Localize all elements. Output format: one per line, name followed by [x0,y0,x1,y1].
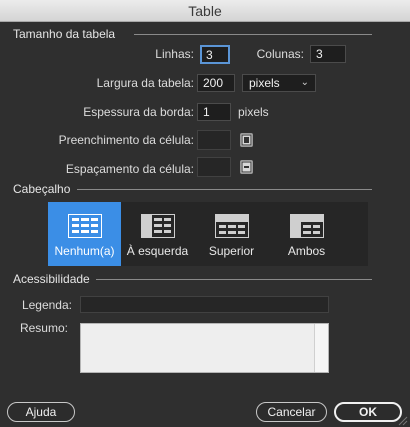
border-unit-label: pixels [238,105,269,119]
table-size-section-label: Tamanho da tabela [13,27,116,41]
border-thickness-input[interactable]: 1 [197,103,231,121]
table-no-header-icon [67,214,102,241]
rows-label: Linhas: [155,47,194,61]
header-option-left-label: À esquerda [126,244,189,258]
table-width-input[interactable]: 200 [197,74,235,92]
table-left-header-icon [140,214,175,241]
resize-grip-icon[interactable] [398,415,408,426]
caption-label: Legenda: [21,298,72,312]
header-option-none-label: Nenhum(a) [54,244,115,258]
help-button[interactable]: Ajuda [7,402,75,422]
cancel-button[interactable]: Cancelar [256,402,327,422]
window-title: Table [188,3,222,19]
header-options-group: Nenhum(a) À esquerda Superior Ambos [48,202,368,266]
chevron-down-icon: ⌄ [300,77,309,88]
cell-padding-input[interactable] [197,130,231,150]
header-option-left[interactable]: À esquerda [121,202,194,266]
summary-label: Resumo: [19,321,68,335]
header-option-both[interactable]: Ambos [269,202,344,266]
cell-spacing-input[interactable] [197,157,231,177]
cell-spacing-label: Espaçamento da célula: [65,162,194,176]
header-section-label: Cabeçalho [13,182,71,196]
ok-button[interactable]: OK [334,402,402,422]
table-width-unit-select[interactable]: pixels ⌄ [242,74,316,92]
header-option-top[interactable]: Superior [194,202,269,266]
table-top-header-icon [214,214,249,241]
cell-padding-label: Preenchimento da célula: [58,133,194,147]
table-size-divider [134,34,372,35]
table-width-label: Largura da tabela: [96,76,194,90]
header-option-both-label: Ambos [287,244,326,258]
cell-padding-icon[interactable] [240,133,253,147]
cell-spacing-icon[interactable] [240,160,253,174]
table-width-unit-value: pixels [249,76,280,90]
header-option-top-label: Superior [208,244,255,258]
cols-input[interactable]: 3 [310,45,346,63]
border-thickness-label: Espessura da borda: [83,105,194,119]
accessibility-divider [96,279,372,280]
summary-scrollbar[interactable] [314,324,328,372]
accessibility-section-label: Acessibilidade [13,272,90,286]
header-divider [77,189,372,190]
header-option-none[interactable]: Nenhum(a) [48,202,121,266]
table-both-header-icon [289,214,324,241]
window-titlebar: Table [0,0,410,22]
caption-input[interactable] [80,296,329,313]
cols-label: Colunas: [256,47,304,61]
summary-textarea[interactable] [80,323,329,373]
rows-input[interactable]: 3 [200,45,230,64]
